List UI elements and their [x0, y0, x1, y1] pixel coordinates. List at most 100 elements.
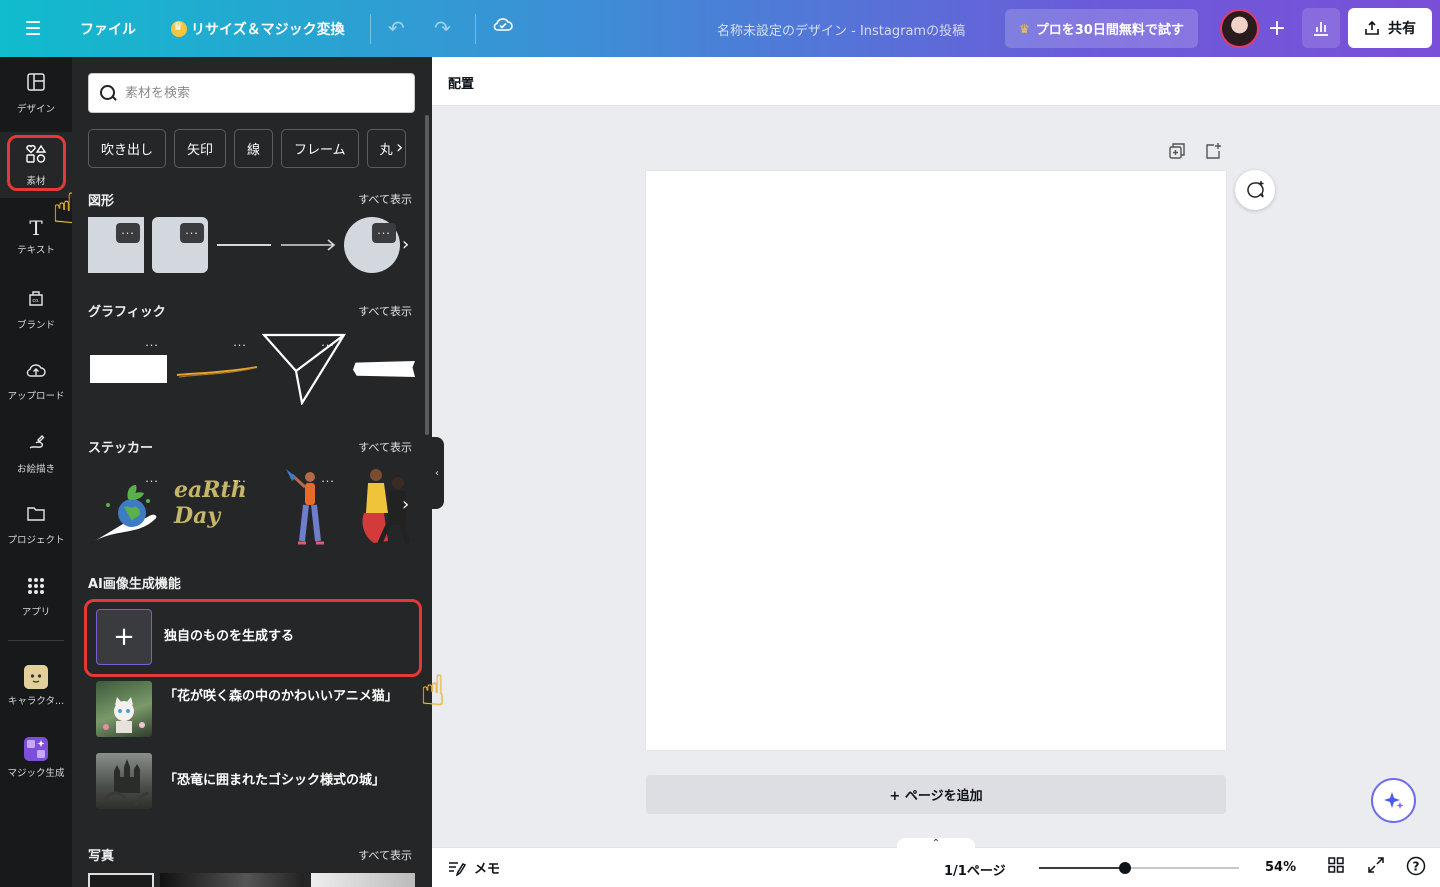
photo-thumb[interactable]	[311, 873, 415, 887]
pointing-hand-icon: ☝	[420, 666, 446, 715]
ai-prompt-gothic-castle[interactable]: 「恐竜に囲まれたゴシック様式の城」	[164, 770, 404, 792]
brand-icon: co.	[26, 288, 46, 313]
chevron-right-icon[interactable]: ›	[396, 137, 403, 158]
notes-button[interactable]: メモ	[448, 858, 500, 877]
share-button[interactable]: 共有	[1348, 8, 1432, 48]
graphic-white-rectangle[interactable]	[90, 355, 167, 383]
rail-item-brand[interactable]: co. ブランド	[0, 276, 72, 342]
help-icon[interactable]: ?	[1406, 856, 1426, 881]
ai-prompt-anime-cat[interactable]: 「花が咲く森の中のかわいいアニメ猫」	[164, 686, 400, 708]
file-menu-button[interactable]: ファイル	[80, 19, 136, 39]
add-page-icon[interactable]	[1204, 142, 1222, 164]
search-input[interactable]	[125, 85, 395, 101]
more-options-icon[interactable]: ···	[228, 335, 252, 355]
chip-arrow[interactable]: 矢印	[174, 129, 227, 168]
redo-icon[interactable]: ↷	[434, 16, 451, 40]
undo-icon[interactable]: ↶	[388, 16, 405, 40]
more-options-icon[interactable]: ···	[228, 471, 252, 491]
photo-thumb[interactable]	[88, 873, 154, 887]
add-collaborator-icon[interactable]: +	[1262, 13, 1292, 43]
more-options-icon[interactable]: ···	[180, 223, 204, 243]
zoom-slider-fill	[1039, 867, 1125, 869]
fullscreen-icon[interactable]	[1367, 856, 1385, 879]
see-all-graphics-link[interactable]: すべて表示	[358, 303, 412, 319]
ai-generate-highlight-outline	[84, 599, 422, 677]
footer-bar: ⌃ メモ 1/1ページ 54% ?	[432, 838, 1440, 887]
pro-trial-button[interactable]: ♛ プロを30日間無料で試す	[1005, 9, 1198, 48]
rail-item-apps[interactable]: アプリ	[0, 564, 72, 630]
more-options-icon[interactable]: ···	[140, 335, 164, 355]
ai-thumb-anime-cat[interactable]	[96, 681, 152, 737]
resize-label: リサイズ＆マジック変換	[191, 22, 345, 38]
search-box[interactable]	[88, 73, 415, 113]
graphic-gold-brush-line[interactable]	[175, 357, 259, 381]
draw-icon	[26, 432, 46, 457]
see-all-photos-link[interactable]: すべて表示	[358, 847, 412, 863]
chip-frame[interactable]: フレーム	[281, 129, 359, 168]
svg-text:?: ?	[1413, 860, 1420, 874]
notes-icon	[449, 861, 466, 876]
shape-arrow-line[interactable]	[281, 235, 337, 255]
more-options-icon[interactable]: ···	[116, 223, 140, 243]
menu-icon[interactable]	[22, 16, 48, 40]
chevron-right-icon[interactable]: ›	[402, 494, 409, 515]
zoom-slider[interactable]	[1039, 862, 1239, 874]
section-title-ai: AI画像生成機能	[88, 577, 181, 592]
avatar[interactable]	[1220, 9, 1259, 48]
zoom-value[interactable]: 54%	[1265, 860, 1296, 875]
rail-label: キャラクタ...	[7, 696, 65, 707]
crown-icon: ♛	[1019, 21, 1030, 36]
add-page-button[interactable]: + ページを追加	[646, 775, 1226, 814]
rail-item-character-app[interactable]: キャラクタ...	[0, 653, 72, 719]
document-title[interactable]: 名称未設定のデザイン - Instagramの投稿	[717, 20, 965, 39]
grid-view-icon[interactable]	[1327, 856, 1345, 879]
more-options-icon[interactable]: ···	[372, 223, 396, 243]
rail-item-projects[interactable]: プロジェクト	[0, 492, 72, 558]
rail-item-design[interactable]: デザイン	[0, 60, 72, 126]
shape-line[interactable]	[217, 244, 271, 246]
section-title-graphics: グラフィック	[88, 305, 166, 320]
design-page-canvas[interactable]	[646, 171, 1226, 750]
more-options-icon[interactable]: ···	[316, 335, 340, 355]
photo-thumb[interactable]	[160, 873, 304, 887]
upload-icon	[25, 361, 47, 384]
rail-item-upload[interactable]: アップロード	[0, 348, 72, 414]
toolbar-divider	[370, 14, 371, 44]
more-options-icon[interactable]: ···	[316, 471, 340, 491]
magic-assistant-sparkle-icon[interactable]	[1371, 778, 1416, 823]
folder-icon	[26, 505, 46, 528]
chevron-up-icon[interactable]: ⌃	[897, 838, 975, 850]
rail-label: お絵描き	[16, 463, 55, 475]
ai-thumb-gothic-castle[interactable]	[96, 753, 152, 809]
panel-scrollbar[interactable]	[425, 115, 429, 435]
cloud-saved-icon[interactable]	[492, 15, 514, 33]
arrange-button[interactable]: 配置	[448, 73, 474, 92]
chip-speech-bubble[interactable]: 吹き出し	[88, 129, 167, 168]
rail-item-magic-media[interactable]: マジック生成	[0, 725, 72, 791]
see-all-shapes-link[interactable]: すべて表示	[358, 191, 412, 207]
rail-label: ブランド	[16, 319, 55, 331]
see-all-stickers-link[interactable]: すべて表示	[358, 439, 412, 455]
toolbar-divider	[475, 14, 476, 44]
rail-label: マジック生成	[7, 768, 65, 779]
add-comment-icon[interactable]	[1235, 170, 1275, 210]
notes-label: メモ	[474, 862, 501, 877]
share-label: 共有	[1388, 21, 1416, 37]
elements-panel: 吹き出し 矢印 線 フレーム 丸 › 図形 すべて表示 ··· ··· ··· …	[72, 57, 432, 887]
resize-magic-switch-button[interactable]: リサイズ＆マジック変換	[171, 19, 345, 39]
rail-item-draw[interactable]: お絵描き	[0, 420, 72, 486]
analytics-icon[interactable]	[1302, 8, 1340, 48]
layout-icon	[26, 72, 46, 97]
zoom-slider-handle[interactable]	[1119, 862, 1131, 874]
more-options-icon[interactable]: ···	[140, 471, 164, 491]
duplicate-page-icon[interactable]	[1168, 142, 1186, 164]
chevron-right-icon[interactable]: ›	[402, 234, 409, 255]
top-bar: ファイル リサイズ＆マジック変換 ↶ ↷ 名称未設定のデザイン - Instag…	[0, 0, 1440, 57]
collapse-panel-handle[interactable]: ‹	[430, 437, 444, 509]
chip-line[interactable]: 線	[234, 129, 274, 168]
category-chips: 吹き出し 矢印 線 フレーム 丸	[88, 129, 418, 169]
context-toolbar: 配置	[432, 57, 1440, 106]
rail-label: アップロード	[7, 390, 65, 402]
page-count[interactable]: 1/1ページ	[944, 860, 1006, 879]
chevron-right-icon[interactable]: ›	[402, 358, 409, 379]
